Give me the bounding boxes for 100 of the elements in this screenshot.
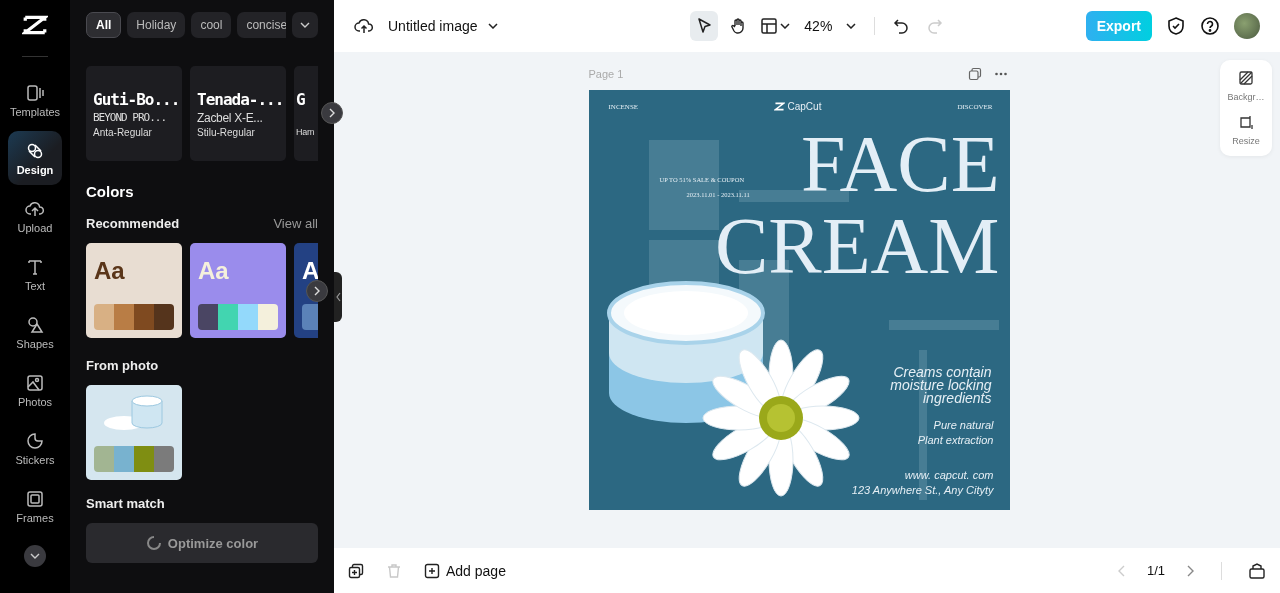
sidebar-item[interactable]: Design <box>8 131 62 185</box>
color-swatch[interactable] <box>198 304 218 330</box>
redo-icon <box>926 17 945 35</box>
palette-sample-text: Aa <box>94 257 126 285</box>
font-card[interactable]: Guti-Bo... BEYOND PRO... Anta-Regular <box>86 66 182 161</box>
filter-chip[interactable]: Holiday <box>127 12 186 38</box>
layout-icon <box>25 82 45 103</box>
feature-text: Pure natural <box>933 419 994 431</box>
chevron-right-icon <box>314 286 320 296</box>
page-label: Page 1 <box>588 68 624 80</box>
photo-palette-card[interactable] <box>86 385 182 480</box>
font-caption: Stilu-Regular <box>197 126 256 138</box>
avatar[interactable] <box>1234 13 1260 39</box>
subsection-heading: Recommended <box>86 216 180 231</box>
color-swatch[interactable] <box>114 304 134 330</box>
filter-chip[interactable]: All <box>86 12 122 38</box>
caret-icon <box>30 553 40 559</box>
palette-card[interactable]: A <box>294 243 318 338</box>
sticker-icon <box>25 430 45 451</box>
palette-card[interactable]: Aa <box>86 243 182 338</box>
caret-icon <box>300 22 310 28</box>
view-all-link[interactable]: View all <box>273 216 318 231</box>
font-card[interactable]: Tenada-... Zacbel X-E... Stilu-Regular <box>190 66 286 161</box>
select-tool-button[interactable] <box>690 11 719 41</box>
sidebar-item[interactable]: Stickers <box>8 421 62 475</box>
poster[interactable] <box>588 90 1010 510</box>
cloud-icon[interactable] <box>354 16 374 36</box>
font-caption: Anta-Regular <box>93 126 153 138</box>
logo-icon <box>773 102 785 111</box>
color-swatch[interactable] <box>238 304 258 330</box>
optimize-color-button[interactable]: Optimize color <box>86 523 318 563</box>
side-tool-button[interactable]: Backgr… <box>1220 70 1272 102</box>
color-swatch[interactable] <box>134 304 154 330</box>
shapes-icon <box>25 314 45 335</box>
caret-icon <box>487 23 498 29</box>
poster-title: CREAM <box>715 206 1000 286</box>
font-title: G <box>296 90 306 109</box>
next-button[interactable] <box>321 102 343 124</box>
caret-icon <box>846 23 857 29</box>
color-swatch[interactable] <box>134 446 154 472</box>
chevron-left-icon <box>335 292 341 302</box>
zoom-dropdown[interactable]: 42% <box>798 18 863 34</box>
sidebar-item[interactable]: Text <box>8 247 62 301</box>
palette-sample-text: Aa <box>198 257 230 285</box>
filter-chip[interactable]: concise <box>237 12 286 38</box>
add-page-button[interactable]: Add page <box>424 562 506 579</box>
caret-icon <box>780 23 791 29</box>
cream-jar-drawing <box>104 393 164 433</box>
poster-title: FACE <box>800 124 1000 204</box>
font-subtitle: BEYOND PRO... <box>93 110 168 125</box>
website-text: www. capcut. com <box>904 469 994 481</box>
sidebar-item[interactable]: Photos <box>8 363 62 417</box>
section-heading: Colors <box>86 183 135 200</box>
color-swatch[interactable] <box>94 446 114 472</box>
address-text: 123 Anywhere St., Any Cityty <box>851 484 994 496</box>
font-subtitle: Zacbel X-E... <box>197 110 264 125</box>
sidebar-item[interactable]: Templates <box>8 73 62 127</box>
font-caption: Ham <box>296 127 316 137</box>
resize-icon <box>1238 114 1254 130</box>
more-filters-button[interactable] <box>292 12 318 38</box>
help-icon[interactable] <box>1200 16 1220 36</box>
font-title: Tenada-... <box>197 89 279 109</box>
collapse-handle[interactable] <box>334 272 342 322</box>
color-swatch[interactable] <box>114 446 134 472</box>
spinner-icon <box>145 535 162 551</box>
expand-button[interactable] <box>24 545 46 567</box>
pages-panel-icon[interactable] <box>1248 561 1266 580</box>
app-logo[interactable] <box>22 14 48 36</box>
color-swatch[interactable] <box>94 304 114 330</box>
font-card[interactable]: G Ham <box>294 66 318 161</box>
duplicate-page-icon[interactable] <box>348 562 364 579</box>
undo-icon <box>892 17 911 35</box>
pointer-icon <box>695 17 714 35</box>
font-title: Guti-Bo... <box>93 89 175 109</box>
filter-chip[interactable]: cool <box>191 12 232 38</box>
duplicate-icon[interactable] <box>967 67 982 81</box>
side-tool-button[interactable]: Resize <box>1220 114 1272 146</box>
feature-text: Plant extraction <box>917 434 994 446</box>
color-swatch[interactable] <box>258 304 278 330</box>
color-swatch[interactable] <box>154 446 174 472</box>
sidebar-item[interactable]: Frames <box>8 479 62 533</box>
color-swatch[interactable] <box>218 304 238 330</box>
frame-icon <box>25 488 45 509</box>
palette-sample-text: A <box>302 257 318 285</box>
add-icon <box>424 562 440 579</box>
logo-text: CapCut <box>787 101 822 112</box>
subsection-heading: From photo <box>86 358 160 373</box>
image-icon <box>25 372 45 393</box>
layout-icon <box>760 17 779 35</box>
page-counter: 1/1 <box>1146 563 1165 578</box>
file-title-button[interactable]: Untitled image <box>388 18 498 34</box>
next-page-icon[interactable] <box>1185 563 1195 578</box>
sidebar-item[interactable]: Shapes <box>8 305 62 359</box>
poster-blurb: Creams contain moisture locking ingredients <box>890 366 992 405</box>
chevron-right-icon <box>329 108 335 118</box>
sidebar-item[interactable]: Upload <box>8 189 62 243</box>
shield-icon[interactable] <box>1166 16 1186 36</box>
subsection-heading: Smart match <box>86 496 166 511</box>
color-swatch[interactable] <box>154 304 174 330</box>
background-icon <box>1238 70 1254 86</box>
